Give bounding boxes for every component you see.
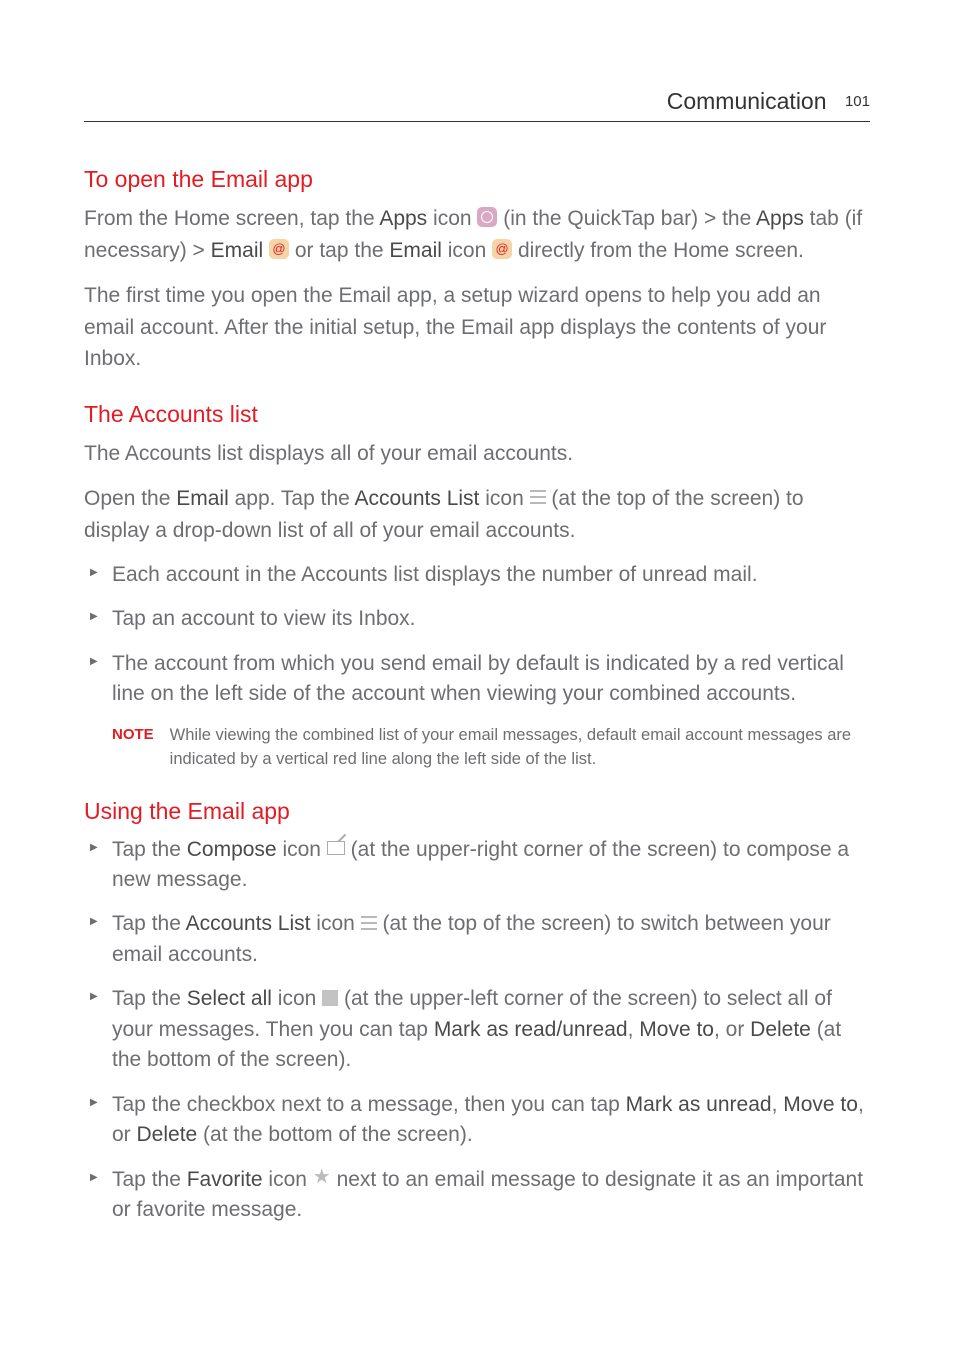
text-emphasis-apps: Apps (379, 207, 427, 230)
text-emphasis-delete: Delete (750, 1018, 811, 1041)
note-block: NOTE While viewing the combined list of … (84, 724, 870, 772)
page-number: 101 (845, 93, 870, 110)
document-page: Communication 101 To open the Email app … (0, 0, 954, 1279)
text-emphasis-apps-tab: Apps (756, 207, 804, 230)
note-text: While viewing the combined list of your … (170, 724, 870, 772)
para-accounts-intro: The Accounts list displays all of your e… (84, 438, 870, 470)
heading-accounts-list: The Accounts list (84, 401, 870, 428)
list-item: Tap the Select all icon (at the upper-le… (90, 984, 870, 1075)
text-emphasis-delete: Delete (137, 1123, 198, 1146)
text-run: icon (427, 207, 477, 230)
text-emphasis-accounts-list: Accounts List (186, 912, 311, 935)
text-emphasis-move-to: Move to (639, 1018, 714, 1041)
text-run: Tap the (112, 1168, 187, 1191)
list-item: Tap the Compose icon (at the upper-right… (90, 835, 870, 896)
list-item: Tap the Accounts List icon (at the top o… (90, 909, 870, 970)
heading-open-email: To open the Email app (84, 166, 870, 193)
page-header: Communication 101 (84, 88, 870, 122)
text-emphasis-compose: Compose (187, 838, 277, 861)
list-icon (361, 916, 377, 930)
text-run: icon (263, 1168, 313, 1191)
email-icon (269, 239, 289, 259)
star-icon: ★ (313, 1163, 331, 1192)
text-run: , (628, 1018, 640, 1041)
text-emphasis-mark-read: Mark as read/unread (434, 1018, 628, 1041)
text-run: directly from the Home screen. (512, 239, 804, 262)
para-first-time-setup: The first time you open the Email app, a… (84, 280, 870, 375)
text-run: , (772, 1093, 784, 1116)
header-title: Communication (667, 88, 827, 114)
text-emphasis-email-icon: Email (389, 239, 442, 262)
para-open-accounts: Open the Email app. Tap the Accounts Lis… (84, 483, 870, 546)
text-run: icon (479, 487, 529, 510)
compose-icon (327, 841, 345, 855)
text-run: icon (310, 912, 360, 935)
text-emphasis-accounts-list: Accounts List (354, 487, 479, 510)
text-run: icon (277, 838, 327, 861)
text-run: Tap the (112, 987, 187, 1010)
heading-using-email: Using the Email app (84, 798, 870, 825)
list-item: Tap an account to view its Inbox. (90, 604, 870, 634)
text-run: or tap the (289, 239, 389, 262)
apps-icon (477, 207, 497, 227)
list-icon (530, 490, 546, 504)
select-all-icon (322, 990, 338, 1006)
note-label: NOTE (112, 724, 154, 743)
list-item: The account from which you send email by… (90, 649, 870, 710)
text-run: Tap the checkbox next to a message, then… (112, 1093, 626, 1116)
text-run: (at the bottom of the screen). (197, 1123, 472, 1146)
text-run: Tap the (112, 838, 187, 861)
list-item: Tap the Favorite icon ★ next to an email… (90, 1165, 870, 1226)
text-run: icon (272, 987, 322, 1010)
text-run: Open the (84, 487, 176, 510)
text-run: icon (442, 239, 492, 262)
text-emphasis-email: Email (211, 239, 264, 262)
text-emphasis-move-to: Move to (783, 1093, 858, 1116)
text-run: Tap the (112, 912, 186, 935)
text-emphasis-mark-unread: Mark as unread (626, 1093, 772, 1116)
text-emphasis-email-app: Email (176, 487, 229, 510)
text-run: (in the QuickTap bar) > the (497, 207, 756, 230)
text-run: app. Tap the (229, 487, 355, 510)
para-open-email-instructions: From the Home screen, tap the Apps icon … (84, 203, 870, 266)
text-run: From the Home screen, tap the (84, 207, 379, 230)
accounts-bullet-list: Each account in the Accounts list displa… (90, 560, 870, 710)
using-email-bullet-list: Tap the Compose icon (at the upper-right… (90, 835, 870, 1226)
text-emphasis-select-all: Select all (187, 987, 272, 1010)
text-emphasis-favorite: Favorite (187, 1168, 263, 1191)
list-item: Tap the checkbox next to a message, then… (90, 1090, 870, 1151)
email-icon (492, 239, 512, 259)
list-item: Each account in the Accounts list displa… (90, 560, 870, 590)
text-run: , or (714, 1018, 750, 1041)
